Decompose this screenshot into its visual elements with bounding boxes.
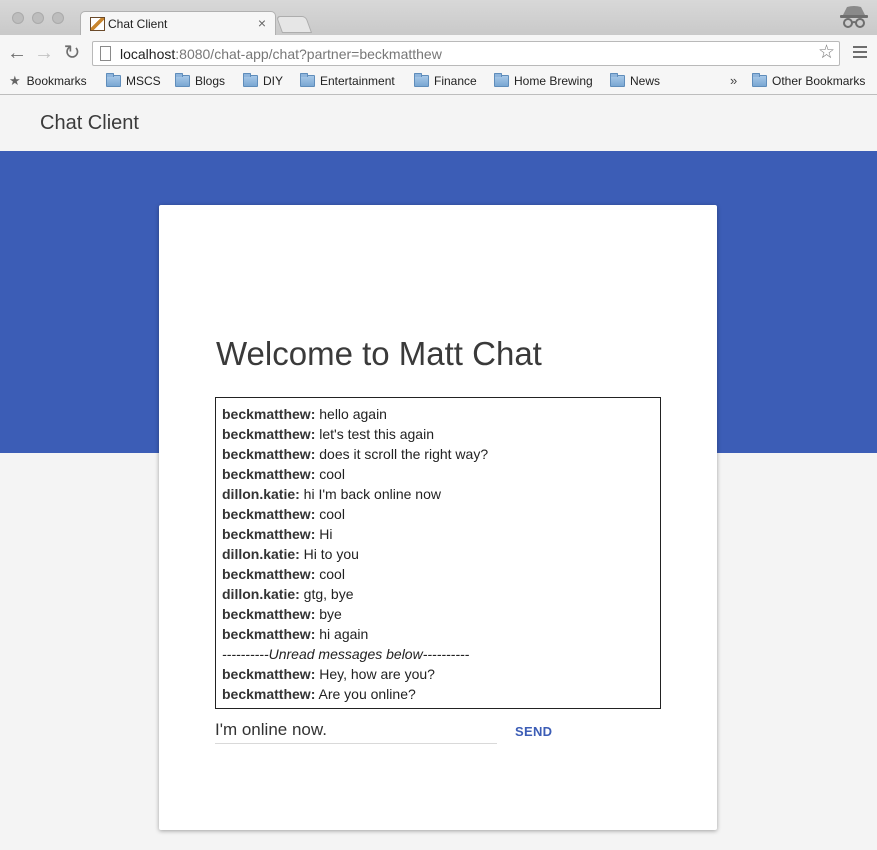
bookmarks-bar: ★ Bookmarks MSCS Blogs DIY Entertainment … <box>0 70 877 95</box>
browser-tab[interactable]: Chat Client × <box>80 11 276 36</box>
chat-message: dillon.katie: gtg, bye <box>222 584 660 604</box>
message-text: hi I'm back online now <box>299 486 441 502</box>
message-text: bye <box>315 606 342 622</box>
bookmark-folder[interactable]: Finance <box>414 73 477 90</box>
chat-message: beckmatthew: Are you online? <box>222 684 660 704</box>
message-sender: beckmatthew: <box>222 626 316 642</box>
message-text: gtg, bye <box>299 586 354 602</box>
close-window-button[interactable] <box>12 12 24 24</box>
message-input[interactable] <box>215 717 497 743</box>
bookmark-folder[interactable]: Entertainment <box>300 73 395 90</box>
message-input-row <box>215 717 497 744</box>
message-text: hi again <box>315 626 369 642</box>
address-bar[interactable]: localhost:8080/chat-app/chat?partner=bec… <box>92 41 840 66</box>
message-sender: beckmatthew: <box>222 566 316 582</box>
chat-message: beckmatthew: bye <box>222 604 660 624</box>
page-title: Welcome to Matt Chat <box>216 335 542 372</box>
url-text[interactable]: localhost:8080/chat-app/chat?partner=bec… <box>120 46 442 62</box>
message-sender: dillon.katie: <box>222 586 300 602</box>
zoom-window-button[interactable] <box>52 12 64 24</box>
message-sender: beckmatthew: <box>222 466 316 482</box>
message-sender: beckmatthew: <box>222 606 316 622</box>
back-arrow-icon[interactable]: ← <box>7 43 27 63</box>
other-bookmarks-folder[interactable]: Other Bookmarks <box>752 73 865 90</box>
bookmark-folder[interactable]: Home Brewing <box>494 73 593 90</box>
app-header: Chat Client <box>0 95 877 151</box>
message-sender: dillon.katie: <box>222 546 300 562</box>
chat-message: beckmatthew: hello again <box>222 404 660 424</box>
message-sender: beckmatthew: <box>222 686 316 702</box>
browser-menu-icon[interactable] <box>853 46 867 58</box>
chat-message: beckmatthew: hi again <box>222 624 660 644</box>
message-sender: beckmatthew: <box>222 426 316 442</box>
message-text: cool <box>315 566 345 582</box>
unread-divider: ----------Unread messages below---------… <box>222 646 470 662</box>
folder-icon <box>106 73 121 87</box>
bookmark-folder[interactable]: DIY <box>243 73 283 90</box>
bookmarks-overflow-icon[interactable]: » <box>730 73 737 88</box>
chat-card: Welcome to Matt Chat beckmatthew: hello … <box>159 205 717 830</box>
browser-tabstrip: Chat Client × <box>0 0 877 36</box>
message-text: cool <box>315 466 345 482</box>
browser-toolbar: ← → ↻ localhost:8080/chat-app/chat?partn… <box>0 35 877 70</box>
chat-message: beckmatthew: Hey, how are you? <box>222 664 660 684</box>
message-text: let's test this again <box>315 426 434 442</box>
chat-message: dillon.katie: Hi to you <box>222 544 660 564</box>
chat-log[interactable]: beckmatthew: hello again beckmatthew: let… <box>215 397 661 709</box>
message-sender: beckmatthew: <box>222 406 316 422</box>
chat-message: beckmatthew: cool <box>222 504 660 524</box>
bookmark-star-icon[interactable]: ☆ <box>818 42 835 64</box>
folder-icon <box>414 73 429 87</box>
chat-message: beckmatthew: Hi <box>222 524 660 544</box>
send-button[interactable]: SEND <box>515 724 552 739</box>
message-sender: beckmatthew: <box>222 506 316 522</box>
message-text: Hi <box>315 526 333 542</box>
bookmarks-button[interactable]: ★ Bookmarks <box>9 74 87 90</box>
minimize-window-button[interactable] <box>32 12 44 24</box>
chat-message: beckmatthew: let's test this again <box>222 424 660 444</box>
star-icon: ★ <box>9 73 21 88</box>
bookmark-folder[interactable]: Blogs <box>175 73 225 90</box>
message-text: Are you online? <box>315 686 416 702</box>
bookmark-folder[interactable]: News <box>610 73 660 90</box>
message-sender: beckmatthew: <box>222 666 316 682</box>
message-text: hello again <box>315 406 387 422</box>
forward-arrow-icon[interactable]: → <box>34 43 54 63</box>
chat-message: beckmatthew: cool <box>222 464 660 484</box>
folder-icon <box>243 73 258 87</box>
folder-icon <box>494 73 509 87</box>
chat-message: beckmatthew: does it scroll the right wa… <box>222 444 660 464</box>
message-text: does it scroll the right way? <box>315 446 489 462</box>
new-tab-button[interactable] <box>275 16 313 33</box>
reload-icon[interactable]: ↻ <box>62 43 82 63</box>
message-sender: dillon.katie: <box>222 486 300 502</box>
folder-icon <box>610 73 625 87</box>
incognito-icon <box>840 6 868 28</box>
folder-icon <box>752 73 767 87</box>
tab-title: Chat Client <box>108 17 168 31</box>
folder-icon <box>175 73 190 87</box>
message-sender: beckmatthew: <box>222 526 316 542</box>
message-text: Hi to you <box>299 546 359 562</box>
favicon-icon <box>90 17 105 31</box>
page-icon <box>100 46 111 61</box>
tab-close-icon[interactable]: × <box>258 15 266 31</box>
app-title: Chat Client <box>40 112 139 134</box>
chat-message: beckmatthew: cool <box>222 564 660 584</box>
message-text: cool <box>315 506 345 522</box>
message-sender: beckmatthew: <box>222 446 316 462</box>
folder-icon <box>300 73 315 87</box>
chat-message: dillon.katie: hi I'm back online now <box>222 484 660 504</box>
message-text: Hey, how are you? <box>315 666 435 682</box>
bookmark-folder[interactable]: MSCS <box>106 73 161 90</box>
